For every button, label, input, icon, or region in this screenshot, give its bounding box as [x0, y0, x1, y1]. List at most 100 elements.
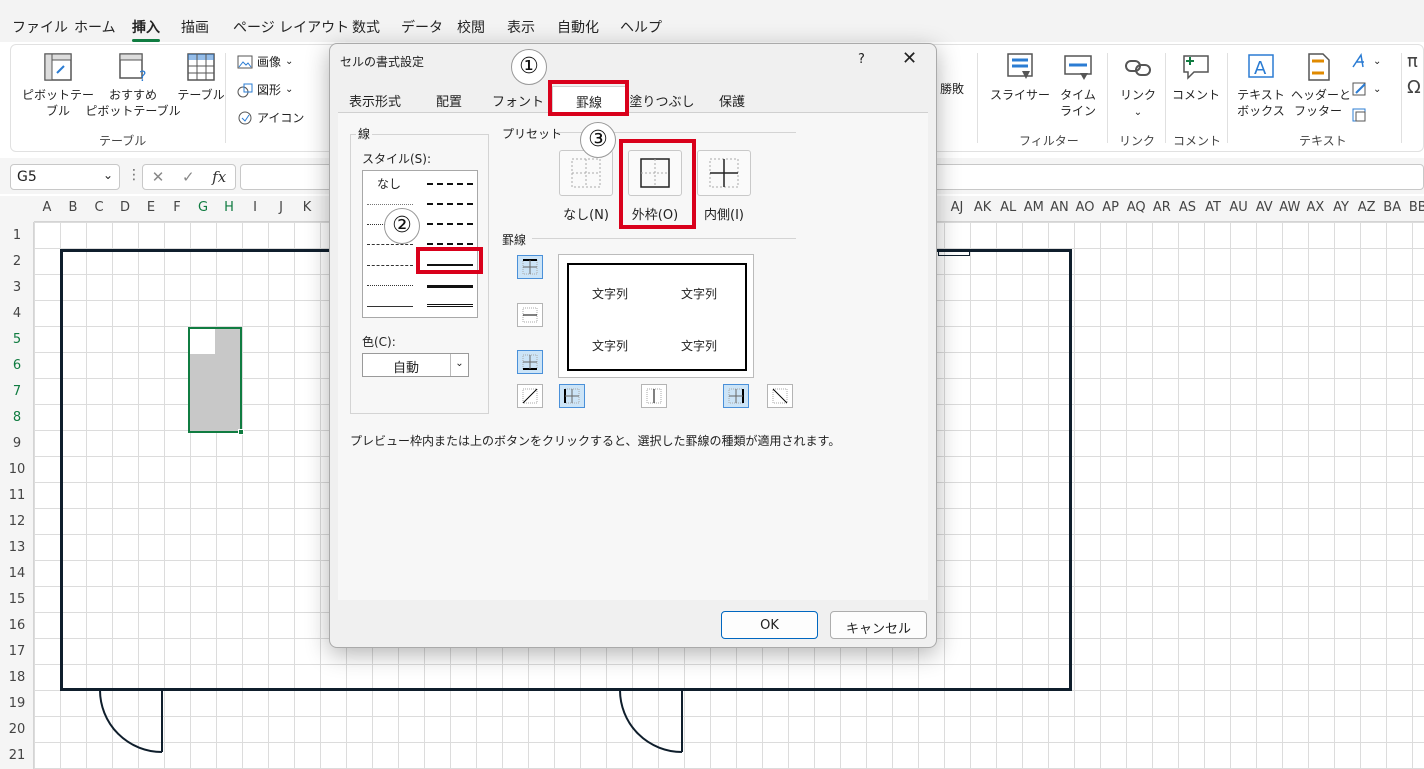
border-right-button[interactable] [723, 384, 749, 408]
active-cell[interactable] [190, 329, 215, 354]
row-label[interactable]: 4 [0, 306, 34, 321]
column-label[interactable]: I [242, 200, 268, 215]
style-dash-dot[interactable] [367, 265, 413, 266]
row-label[interactable]: 18 [0, 670, 34, 685]
column-label[interactable]: AR [1149, 200, 1175, 215]
cell-selection[interactable] [188, 327, 244, 435]
textbox-button[interactable]: A テキスト ボックス [1231, 51, 1291, 119]
row-label[interactable]: 8 [0, 410, 34, 425]
column-label[interactable]: B [60, 200, 86, 215]
tab-insert[interactable]: 挿入 [132, 17, 160, 42]
color-select[interactable]: 自動 ⌄ [362, 353, 469, 377]
column-label[interactable]: C [86, 200, 112, 215]
header-footer-button[interactable]: ヘッダーと フッター [1291, 51, 1351, 119]
style-none[interactable]: なし [377, 175, 401, 192]
row-label[interactable]: 1 [0, 228, 34, 243]
border-diagonal-up-button[interactable] [517, 384, 543, 408]
column-label[interactable]: BA [1379, 200, 1405, 215]
style-hairline[interactable] [367, 204, 413, 205]
style-slant-dash-dot[interactable] [427, 203, 473, 205]
comment-button[interactable]: コメント [1169, 51, 1223, 103]
tab-data[interactable]: データ [401, 17, 443, 37]
style-thick[interactable] [427, 285, 473, 288]
fill-handle[interactable] [238, 429, 244, 435]
row-label[interactable]: 11 [0, 488, 34, 503]
column-label[interactable]: AZ [1354, 200, 1380, 215]
border-left-button[interactable] [559, 384, 585, 408]
column-label[interactable]: J [268, 200, 294, 215]
border-preview[interactable]: 文字列 文字列 文字列 文字列 [558, 254, 754, 378]
ok-button[interactable]: OK [721, 611, 818, 639]
border-bottom-button[interactable] [517, 350, 543, 374]
tab-formulas[interactable]: 数式 [352, 17, 380, 37]
column-label[interactable]: AM [1021, 200, 1047, 215]
cancel-button[interactable]: キャンセル [830, 611, 927, 639]
image-button[interactable]: 画像 ⌄ [237, 53, 293, 70]
column-label[interactable]: AQ [1123, 200, 1149, 215]
column-label[interactable]: BB [1405, 200, 1424, 215]
row-label[interactable]: 12 [0, 514, 34, 529]
column-label[interactable]: AL [995, 200, 1021, 215]
tab-home[interactable]: ホーム [74, 17, 116, 37]
enter-icon[interactable]: ✓ [182, 168, 195, 186]
timeline-button[interactable]: タイム ライン [1051, 51, 1105, 119]
row-label[interactable]: 2 [0, 254, 34, 269]
equation-icon[interactable]: π [1407, 51, 1418, 72]
tab-font[interactable]: フォント [486, 86, 550, 112]
style-dash-dot-dot[interactable] [367, 244, 413, 245]
style-thin[interactable] [367, 306, 413, 307]
recommended-pivot-button[interactable]: ? おすすめ ピボットテーブル [85, 51, 181, 119]
tab-automate[interactable]: 自動化 [557, 17, 599, 37]
preset-inside-button[interactable] [697, 150, 751, 196]
shape-button[interactable]: 図形 ⌄ [237, 81, 293, 98]
border-top-button[interactable] [517, 255, 543, 279]
column-label[interactable]: F [164, 200, 190, 215]
row-label[interactable]: 13 [0, 540, 34, 555]
border-diagonal-down-button[interactable] [767, 384, 793, 408]
cancel-icon[interactable]: ✕ [152, 168, 165, 186]
row-label[interactable]: 5 [0, 332, 34, 347]
column-label[interactable]: AT [1200, 200, 1226, 215]
name-box[interactable]: G5 ⌄ [10, 164, 120, 190]
link-button[interactable]: リンク ⌄ [1115, 51, 1161, 121]
close-button[interactable]: ✕ [902, 48, 917, 69]
tab-protection[interactable]: 保護 [698, 86, 766, 112]
style-medium-dashed[interactable] [427, 243, 473, 245]
row-label[interactable]: 3 [0, 280, 34, 295]
slicer-button[interactable]: スライサー [987, 51, 1053, 103]
select-all-corner[interactable] [0, 196, 34, 222]
insert-function-icon[interactable]: fx [212, 168, 226, 186]
tab-page-layout[interactable]: ページ レイアウト [233, 17, 349, 37]
wordart-button[interactable]: ⌄ [1351, 53, 1381, 69]
symbol-icon[interactable]: Ω [1407, 77, 1421, 98]
tab-help[interactable]: ヘルプ [620, 17, 662, 37]
row-label[interactable]: 19 [0, 696, 34, 711]
column-label[interactable]: AU [1226, 200, 1252, 215]
column-label[interactable]: K [294, 200, 320, 215]
tab-draw[interactable]: 描画 [181, 17, 209, 37]
tab-file[interactable]: ファイル [12, 17, 68, 37]
column-label[interactable]: AX [1302, 200, 1328, 215]
tab-review[interactable]: 校閲 [457, 17, 485, 37]
column-label[interactable]: AY [1328, 200, 1354, 215]
row-label[interactable]: 7 [0, 384, 34, 399]
row-label[interactable]: 17 [0, 644, 34, 659]
style-medium-dash-dot[interactable] [427, 223, 473, 225]
tab-fill[interactable]: 塗りつぶし [628, 86, 696, 112]
row-label[interactable]: 20 [0, 722, 34, 737]
column-label[interactable]: AN [1046, 200, 1072, 215]
border-inside-horizontal-button[interactable] [517, 303, 543, 327]
help-button[interactable]: ? [858, 52, 865, 67]
style-medium-dash-dot-dot[interactable] [427, 183, 473, 185]
preset-none-button[interactable] [559, 150, 613, 196]
more-options-icon[interactable]: ⋮ [127, 167, 141, 183]
column-label[interactable]: D [112, 200, 138, 215]
row-label[interactable]: 21 [0, 748, 34, 763]
object-button[interactable] [1351, 107, 1367, 123]
table-button[interactable]: テーブル [169, 51, 233, 103]
column-label[interactable]: G [190, 200, 216, 215]
column-label[interactable]: AK [970, 200, 996, 215]
tab-alignment[interactable]: 配置 [414, 86, 484, 112]
column-label[interactable]: H [216, 200, 242, 215]
column-label[interactable]: AP [1098, 200, 1124, 215]
